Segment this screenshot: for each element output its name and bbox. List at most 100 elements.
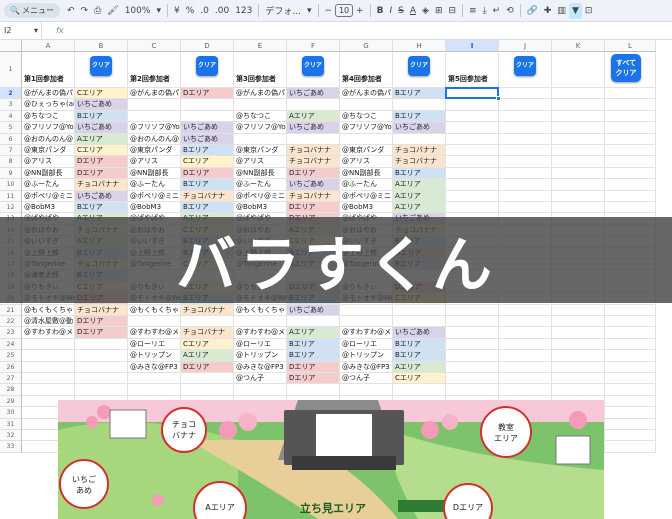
cell[interactable] — [234, 99, 287, 111]
cell[interactable] — [128, 316, 181, 328]
cell[interactable] — [499, 202, 552, 214]
cell[interactable] — [499, 122, 552, 134]
cell[interactable] — [128, 373, 181, 385]
area-assignment[interactable]: Cエリア — [393, 373, 446, 385]
participant-name[interactable]: @フリソフ@You — [22, 122, 75, 134]
merge-icon[interactable]: ⊟ — [445, 3, 459, 19]
select-all-corner[interactable] — [0, 40, 22, 52]
cell[interactable] — [22, 373, 75, 385]
cell[interactable] — [446, 145, 499, 157]
area-assignment[interactable]: Aエリア — [287, 110, 340, 123]
undo-icon[interactable]: ↶ — [64, 3, 78, 19]
cell[interactable] — [446, 316, 499, 328]
participant-name[interactable]: @がんまの偽パ — [22, 88, 75, 100]
cell[interactable] — [552, 338, 605, 351]
row-header-30[interactable]: 30 — [0, 407, 22, 419]
redo-icon[interactable]: ↷ — [78, 3, 92, 19]
link-icon[interactable]: 🔗 — [524, 3, 541, 19]
participant-name[interactable]: @ふーたん — [22, 179, 75, 191]
area-assignment[interactable]: Aエリア — [181, 350, 234, 362]
area-assignment[interactable]: チョコバナナ — [393, 156, 446, 168]
participant-name[interactable]: @すわすわ@メ — [22, 327, 75, 339]
cell[interactable] — [393, 99, 446, 111]
area-assignment[interactable]: Aエリア — [287, 327, 340, 339]
area-assignment[interactable]: Bエリア — [393, 350, 446, 362]
cell[interactable] — [499, 110, 552, 123]
percent-button[interactable]: % — [183, 3, 198, 19]
participant-name[interactable]: @BobM3 — [340, 202, 393, 214]
area-assignment[interactable]: Aエリア — [393, 179, 446, 191]
zoom-select[interactable]: 100% — [122, 3, 154, 19]
area-assignment[interactable]: Bエリア — [287, 338, 340, 351]
participant-name[interactable]: @ローリエ — [340, 338, 393, 351]
participant-name[interactable]: @BobM3 — [234, 202, 287, 214]
row-header-31[interactable]: 31 — [0, 418, 22, 430]
participant-name[interactable]: @アリス — [22, 156, 75, 168]
cell[interactable] — [499, 99, 552, 111]
cell[interactable] — [75, 384, 128, 396]
cell[interactable] — [499, 133, 552, 145]
decrease-decimal-button[interactable]: .0 — [197, 3, 212, 19]
cell[interactable] — [552, 373, 605, 385]
number-format-button[interactable]: 123 — [232, 3, 255, 19]
participant-name[interactable]: @BobM3 — [22, 202, 75, 214]
row-header-27[interactable]: 27 — [0, 373, 22, 385]
area-assignment[interactable]: Aエリア — [393, 190, 446, 202]
cell[interactable] — [605, 202, 656, 214]
participant-name[interactable]: @ふーたん — [340, 179, 393, 191]
participant-name[interactable]: @フリソフ@You — [128, 122, 181, 134]
participant-name[interactable]: @アリス — [340, 156, 393, 168]
cell[interactable] — [393, 304, 446, 316]
area-assignment[interactable]: Dエリア — [181, 88, 234, 100]
area-assignment[interactable]: Bエリア — [181, 202, 234, 214]
cell[interactable] — [552, 384, 605, 396]
area-assignment[interactable]: いちごあめ — [287, 179, 340, 191]
area-assignment[interactable]: Dエリア — [75, 167, 128, 180]
row-header-10[interactable]: 10 — [0, 179, 22, 191]
participant-name[interactable]: @トリップン — [234, 350, 287, 362]
participant-name[interactable]: @ちなつこ — [340, 110, 393, 123]
cell[interactable] — [499, 327, 552, 339]
cell[interactable] — [499, 179, 552, 191]
participant-name[interactable]: @ちなつこ — [22, 110, 75, 123]
cell[interactable] — [181, 373, 234, 385]
font-size-decrease[interactable]: − — [322, 3, 336, 19]
area-assignment[interactable]: チョコバナナ — [181, 304, 234, 316]
participant-name[interactable]: @ローリエ — [128, 338, 181, 351]
participant-name[interactable]: @みきな@FP3 — [234, 361, 287, 373]
cell[interactable] — [605, 361, 656, 373]
cell[interactable] — [181, 384, 234, 396]
cell[interactable] — [552, 361, 605, 373]
currency-button[interactable]: ¥ — [171, 3, 183, 19]
participant-name[interactable]: @すわすわ@メ — [234, 327, 287, 339]
row-header-9[interactable]: 9 — [0, 167, 22, 180]
cell[interactable] — [605, 156, 656, 168]
participant-name[interactable]: @NN副部長 — [234, 167, 287, 180]
row-header-33[interactable]: 33 — [0, 441, 22, 453]
chart-icon[interactable]: ▥ — [554, 3, 569, 19]
participant-name[interactable]: @トリップン — [340, 350, 393, 362]
cell[interactable] — [605, 384, 656, 396]
cell[interactable] — [499, 316, 552, 328]
column-header-g[interactable]: G — [340, 40, 393, 52]
cell[interactable] — [340, 316, 393, 328]
cell[interactable] — [605, 145, 656, 157]
cell[interactable] — [446, 156, 499, 168]
area-assignment[interactable]: いちごあめ — [181, 122, 234, 134]
row-header-21[interactable]: 21 — [0, 304, 22, 316]
cell[interactable] — [605, 304, 656, 316]
clear-round-1-button[interactable]: クリア — [90, 56, 112, 76]
column-header-b[interactable]: B — [75, 40, 128, 52]
row-header-32[interactable]: 32 — [0, 430, 22, 442]
participant-name[interactable]: @東京パンダ — [234, 145, 287, 157]
cell[interactable] — [393, 133, 446, 145]
cell[interactable] — [499, 373, 552, 385]
cell[interactable] — [552, 202, 605, 214]
participant-name[interactable]: @ふーたん — [234, 179, 287, 191]
row-header-1[interactable]: 1 — [0, 52, 22, 88]
row-header-3[interactable]: 3 — [0, 99, 22, 111]
cell[interactable] — [499, 384, 552, 396]
column-header-l[interactable]: L — [605, 40, 656, 52]
cell[interactable] — [446, 202, 499, 214]
participant-name[interactable]: @おのんのん@ — [128, 133, 181, 145]
